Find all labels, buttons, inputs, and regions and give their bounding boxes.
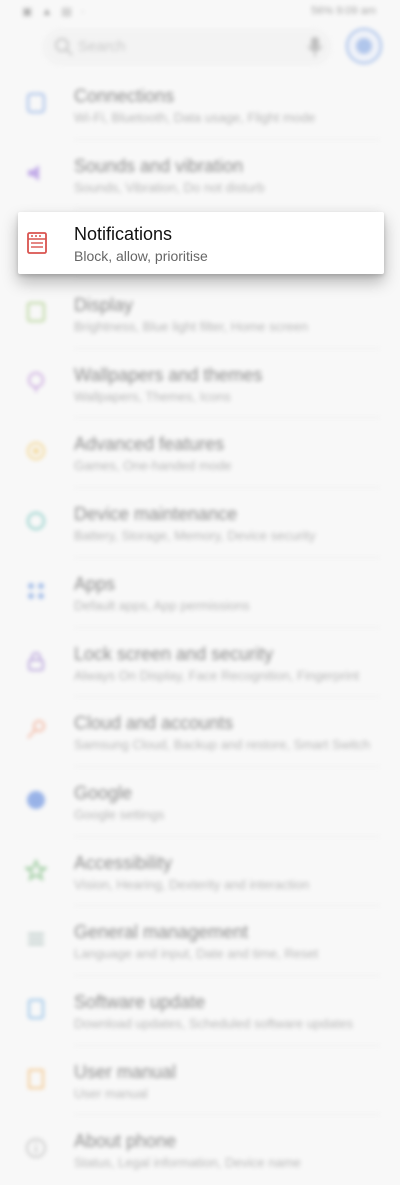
settings-item-notifications[interactable]: Notifications Block, allow, prioritise: [18, 212, 384, 274]
settings-item-subtitle: Status, Legal information, Device name: [74, 1155, 301, 1171]
settings-item-software-update[interactable]: Software update Download updates, Schedu…: [0, 976, 400, 1046]
settings-item-subtitle: Wallpapers, Themes, Icons: [74, 388, 231, 404]
settings-item-subtitle: Default apps, App permissions: [74, 597, 250, 613]
settings-item-subtitle: Samsung Cloud, Backup and restore, Smart…: [74, 737, 371, 753]
status-right: 56% 9:09 am: [311, 5, 376, 17]
settings-item-title: User manual: [74, 1061, 177, 1082]
settings-item-device-maintenance[interactable]: Device maintenance Battery, Storage, Mem…: [0, 488, 400, 558]
mic-icon[interactable]: [306, 36, 324, 58]
status-bar: ▣ ▲ ▤ · 56% 9:09 am: [0, 0, 400, 24]
settings-item-title: General management: [74, 922, 249, 943]
settings-item-display[interactable]: Display Brightness, Blue light filter, H…: [0, 279, 400, 349]
settings-item-title: Display: [74, 295, 134, 316]
settings-item-subtitle: Games, One-handed mode: [74, 458, 232, 474]
general-management-icon: [28, 933, 44, 946]
settings-item-sounds[interactable]: Sounds and vibration Sounds, Vibration, …: [0, 140, 400, 210]
advanced-features-icon: [27, 442, 45, 461]
settings-item-general-management[interactable]: General management Language and input, D…: [0, 906, 400, 976]
settings-item-google[interactable]: Google Google settings: [0, 767, 400, 837]
google-icon: [27, 790, 45, 809]
settings-item-subtitle: Language and input, Date and time, Reset: [74, 946, 319, 962]
settings-item-accessibility[interactable]: Accessibility Vision, Hearing, Dexterity…: [0, 837, 400, 907]
settings-item-title: Software update: [74, 991, 206, 1012]
settings-item-title: Apps: [74, 573, 116, 594]
settings-item-apps[interactable]: Apps Default apps, App permissions: [0, 558, 400, 628]
settings-item-subtitle: User manual: [74, 1085, 148, 1101]
info-icon: [26, 1138, 46, 1159]
settings-item-subtitle: Wi-Fi, Bluetooth, Data usage, Flight mod…: [74, 110, 316, 125]
settings-item-title: Sounds and vibration: [74, 155, 244, 176]
settings-item-subtitle: Battery, Storage, Memory, Device securit…: [74, 528, 316, 544]
display-icon: [27, 302, 45, 323]
settings-item-subtitle: Brightness, Blue light filter, Home scre…: [74, 319, 309, 335]
settings-item-subtitle: Download updates, Scheduled software upd…: [74, 1015, 353, 1031]
wallpaper-icon: [28, 371, 44, 392]
sound-icon: [28, 164, 39, 181]
settings-item-title: About phone: [74, 1131, 177, 1152]
settings-item-title: Cloud and accounts: [74, 713, 234, 734]
settings-item-user-manual[interactable]: User manual User manual: [0, 1046, 400, 1116]
settings-item-about-phone[interactable]: About phone Status, Legal information, D…: [0, 1115, 400, 1185]
connections-icon: [27, 93, 45, 113]
status-icons: ▣ ▲ ▤ ·: [22, 6, 88, 18]
settings-item-title: Notifications: [74, 224, 173, 244]
device-maintenance-icon: [27, 512, 45, 531]
notifications-icon: [27, 232, 47, 254]
settings-item-title: Connections: [74, 86, 175, 106]
accessibility-icon: [25, 858, 47, 881]
settings-item-subtitle: Sounds, Vibration, Do not disturb: [74, 179, 265, 195]
settings-item-title: Google: [74, 782, 133, 803]
search-icon: [55, 38, 73, 56]
blurred-background: ▣ ▲ ▤ · 56% 9:09 am Search Connections W…: [0, 0, 400, 1184]
clock: 9:09 am: [336, 5, 376, 17]
settings-item-subtitle: Always On Display, Face Recognition, Fin…: [74, 667, 360, 683]
settings-item-advanced-features[interactable]: Advanced features Games, One-handed mode: [0, 418, 400, 489]
settings-item-subtitle: Block, allow, prioritise: [74, 248, 208, 264]
user-manual-icon: [28, 1068, 44, 1089]
settings-item-wallpapers[interactable]: Wallpapers and themes Wallpapers, Themes…: [0, 349, 400, 419]
settings-item-cloud-accounts[interactable]: Cloud and accounts Samsung Cloud, Backup…: [0, 697, 400, 767]
cloud-key-icon: [27, 720, 45, 739]
settings-item-subtitle: Vision, Hearing, Dexterity and interacti…: [74, 876, 310, 892]
search-placeholder: Search: [78, 38, 126, 55]
settings-item-title: Wallpapers and themes: [74, 364, 263, 385]
settings-item-connections[interactable]: Connections Wi-Fi, Bluetooth, Data usage…: [0, 70, 400, 140]
settings-item-title: Lock screen and security: [74, 643, 274, 664]
apps-icon: [28, 582, 44, 599]
settings-item-lock-screen[interactable]: Lock screen and security Always On Displ…: [0, 628, 400, 698]
profile-icon[interactable]: [346, 28, 382, 64]
settings-item-title: Accessibility: [74, 852, 173, 873]
software-update-icon: [28, 998, 44, 1019]
lock-icon: [28, 651, 44, 671]
settings-item-subtitle: Google settings: [74, 806, 165, 822]
search-bar[interactable]: Search: [42, 28, 332, 66]
battery-level: 56%: [311, 5, 334, 17]
settings-item-title: Device maintenance: [74, 504, 238, 525]
settings-item-title: Advanced features: [74, 434, 225, 455]
